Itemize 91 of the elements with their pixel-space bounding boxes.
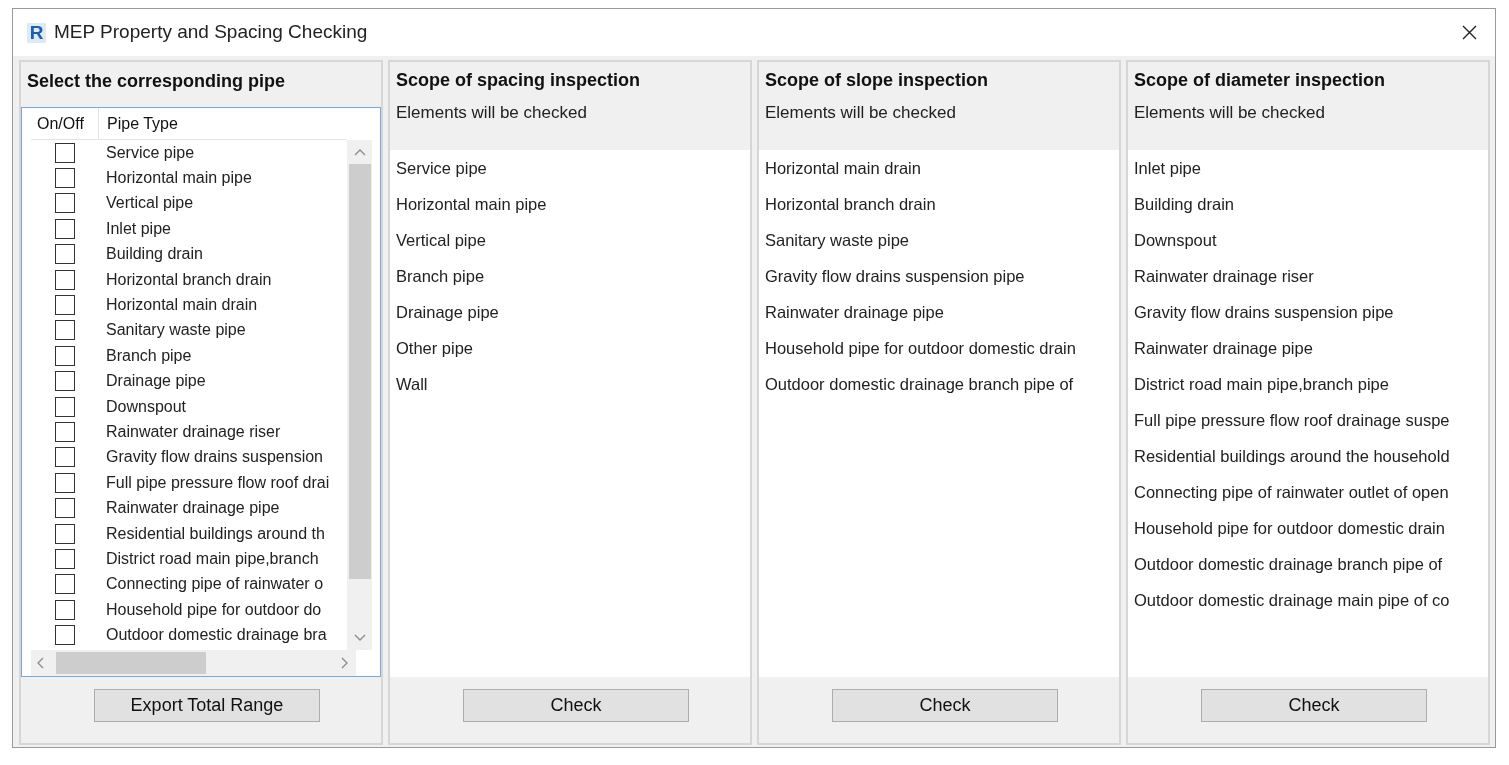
- table-cell-text: Sanitary waste pipe: [105, 320, 246, 341]
- list-item: Other pipe: [395, 337, 475, 359]
- horizontal-scrollbar[interactable]: [31, 650, 356, 676]
- table-cell-text: Outdoor domestic drainage bra: [105, 625, 327, 646]
- vertical-scrollbar[interactable]: [347, 140, 372, 650]
- list-item: Household pipe for outdoor domestic drain: [764, 337, 1077, 359]
- table-cell-text: District road main pipe,branch: [105, 548, 319, 569]
- panel-title: Scope of spacing inspection: [396, 68, 642, 92]
- checkbox[interactable]: [55, 345, 75, 366]
- table-cell-text: Branch pipe: [105, 345, 192, 366]
- table-cell-text: Rainwater drainage pipe: [105, 498, 280, 519]
- scroll-right-icon[interactable]: [341, 657, 348, 669]
- checkbox[interactable]: [55, 422, 75, 442]
- list-item: Horizontal main pipe: [395, 193, 548, 215]
- checkbox[interactable]: [55, 320, 75, 341]
- list-item: Drainage pipe: [395, 301, 500, 323]
- checkbox[interactable]: [55, 498, 75, 519]
- column-header: Pipe Type: [106, 113, 179, 134]
- table-cell-text: Horizontal main pipe: [105, 168, 252, 189]
- list-item: Branch pipe: [395, 265, 486, 287]
- table-cell-text: Downspout: [105, 396, 187, 417]
- table-cell-text: Gravity flow drains suspension: [105, 447, 323, 468]
- panel-subtitle: Elements will be checked: [765, 102, 957, 124]
- list-item: Downspout: [1133, 229, 1218, 251]
- table-cell-text: Building drain: [105, 244, 203, 265]
- checkbox[interactable]: [55, 625, 75, 646]
- window-title: MEP Property and Spacing Checking: [54, 20, 368, 45]
- check-button[interactable]: Check: [463, 689, 689, 722]
- table-cell-text: Residential buildings around th: [105, 523, 325, 544]
- checkbox[interactable]: [55, 142, 75, 163]
- checkbox[interactable]: [55, 244, 75, 265]
- panel-title: Scope of slope inspection: [765, 68, 990, 92]
- checkbox[interactable]: [55, 396, 75, 417]
- scroll-left-icon[interactable]: [37, 657, 44, 669]
- check-button[interactable]: Check: [832, 689, 1058, 722]
- table-cell-text: Full pipe pressure flow roof drai: [105, 472, 330, 493]
- checkbox[interactable]: [55, 574, 75, 595]
- app-logo-icon: R: [27, 22, 46, 43]
- list-item: Full pipe pressure flow roof drainage suspe: [1133, 409, 1451, 431]
- table-cell-text: Inlet pipe: [105, 218, 171, 239]
- list-item: Rainwater drainage pipe: [764, 301, 945, 323]
- panel-title: Scope of diameter inspection: [1134, 68, 1387, 92]
- scrollbar-thumb[interactable]: [348, 164, 371, 579]
- checkbox[interactable]: [55, 599, 75, 620]
- list-item: Gravity flow drains suspension pipe: [1133, 301, 1395, 323]
- table-cell-text: Service pipe: [105, 142, 195, 163]
- table-cell-text: Horizontal main drain: [105, 295, 258, 316]
- list-item: Horizontal main drain: [764, 157, 922, 179]
- checkbox[interactable]: [55, 295, 75, 316]
- list-item: Wall: [395, 373, 429, 395]
- export-button[interactable]: Export Total Range: [94, 689, 320, 722]
- list-item: Horizontal branch drain: [764, 193, 937, 215]
- list-item: Residential buildings around the household: [1133, 445, 1451, 467]
- table-cell-text: Vertical pipe: [105, 193, 194, 214]
- list-item: Outdoor domestic drainage branch pipe of: [764, 373, 1075, 395]
- checkbox[interactable]: [55, 218, 75, 239]
- list-item: Inlet pipe: [1133, 157, 1202, 179]
- checkbox[interactable]: [55, 523, 75, 544]
- close-icon[interactable]: [1462, 25, 1477, 40]
- list-item: Service pipe: [395, 157, 488, 179]
- table-cell-text: Drainage pipe: [105, 371, 206, 392]
- checkbox[interactable]: [55, 371, 75, 392]
- panel-subtitle: Elements will be checked: [1134, 102, 1326, 124]
- list-item: Outdoor domestic drainage branch pipe of: [1133, 553, 1444, 575]
- checkbox[interactable]: [55, 472, 75, 493]
- table-cell-text: Connecting pipe of rainwater o: [105, 574, 324, 595]
- checkbox[interactable]: [55, 269, 75, 290]
- list-item: Rainwater drainage pipe: [1133, 337, 1314, 359]
- list-item: Sanitary waste pipe: [764, 229, 910, 251]
- list-item: Rainwater drainage riser: [1133, 265, 1315, 287]
- checkbox[interactable]: [55, 193, 75, 214]
- checkbox[interactable]: [55, 447, 75, 468]
- check-button[interactable]: Check: [1201, 689, 1427, 722]
- column-header: On/Off: [31, 108, 99, 139]
- panel-subtitle: Elements will be checked: [396, 102, 588, 124]
- checkbox[interactable]: [55, 548, 75, 569]
- table-cell-text: Household pipe for outdoor do: [105, 599, 322, 620]
- table-cell-text: Rainwater drainage riser: [105, 422, 281, 442]
- list-item: Gravity flow drains suspension pipe: [764, 265, 1026, 287]
- list-item: Household pipe for outdoor domestic drain: [1133, 517, 1446, 539]
- table-cell-text: Horizontal branch drain: [105, 269, 272, 290]
- scroll-down-icon[interactable]: [353, 634, 366, 641]
- list-item: District road main pipe,branch pipe: [1133, 373, 1390, 395]
- scroll-up-icon[interactable]: [353, 149, 366, 156]
- list-item: Outdoor domestic drainage main pipe of co: [1133, 589, 1451, 611]
- list-item: Connecting pipe of rainwater outlet of open: [1133, 481, 1450, 503]
- scrollbar-thumb[interactable]: [56, 652, 206, 674]
- list-item: Building drain: [1133, 193, 1235, 215]
- checkbox[interactable]: [55, 168, 75, 189]
- panel-title: Select the corresponding pipe: [26, 69, 287, 93]
- list-item: Vertical pipe: [395, 229, 487, 251]
